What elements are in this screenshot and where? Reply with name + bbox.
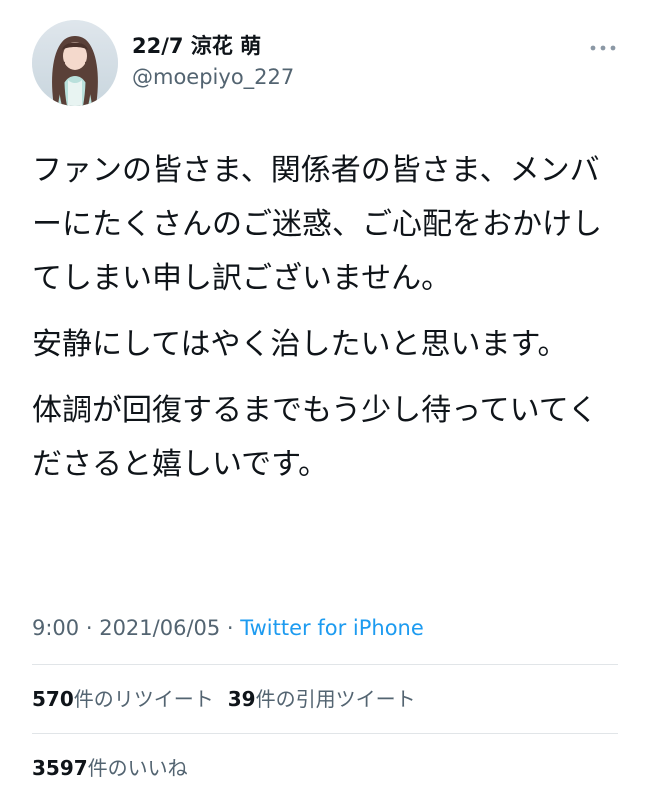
likes-stats: 3597件のいいね	[32, 753, 622, 783]
display-name[interactable]: 22/7 涼花 萌	[132, 32, 294, 60]
quote-tweets-stat[interactable]: 39件の引用ツイート	[228, 684, 416, 714]
avatar[interactable]	[32, 20, 118, 106]
tweet-time[interactable]: 9:00	[32, 616, 79, 640]
meta-separator: ·	[79, 616, 100, 640]
user-handle[interactable]: @moepiyo_227	[132, 62, 294, 92]
meta-separator: ·	[220, 616, 241, 640]
retweets-stat[interactable]: 570件のリツイート	[32, 684, 214, 714]
tweet-date[interactable]: 2021/06/05	[99, 616, 220, 640]
tweet-source-link[interactable]: Twitter for iPhone	[240, 616, 424, 640]
tweet-header: 22/7 涼花 萌 @moepiyo_227	[32, 20, 622, 106]
quote-tweets-count: 39	[227, 687, 256, 711]
tweet-text: ファンの皆さま、関係者の皆さま、メンバーにたくさんのご迷惑、ご心配をおかけしてし…	[32, 144, 622, 504]
likes-stat[interactable]: 3597件のいいね	[32, 753, 188, 783]
tweet-paragraph: 体調が回復するまでもう少し待っていてくださると嬉しいです。	[32, 393, 598, 482]
avatar-image	[32, 20, 118, 106]
divider	[32, 733, 618, 734]
tweet-paragraph: ファンの皆さま、関係者の皆さま、メンバーにたくさんのご迷惑、ご心配をおかけしてし…	[32, 153, 602, 296]
tweet-paragraph: 安静にしてはやく治したいと思います。	[32, 327, 568, 362]
tweet-meta: 9:00 · 2021/06/05 · Twitter for iPhone	[32, 612, 622, 644]
divider	[32, 664, 618, 665]
retweets-label: 件のリツイート	[73, 687, 214, 711]
author-names: 22/7 涼花 萌 @moepiyo_227	[132, 32, 294, 92]
tweet-detail: 22/7 涼花 萌 @moepiyo_227 ファンの皆さま、関係者の皆さま、メ…	[0, 0, 650, 797]
quote-tweets-label: 件の引用ツイート	[255, 687, 416, 711]
retweets-count: 570	[32, 687, 74, 711]
likes-label: 件のいいね	[87, 756, 188, 780]
engagement-stats: 570件のリツイート 39件の引用ツイート	[32, 684, 622, 714]
likes-count: 3597	[32, 756, 88, 780]
more-dots-icon[interactable]	[588, 40, 618, 54]
